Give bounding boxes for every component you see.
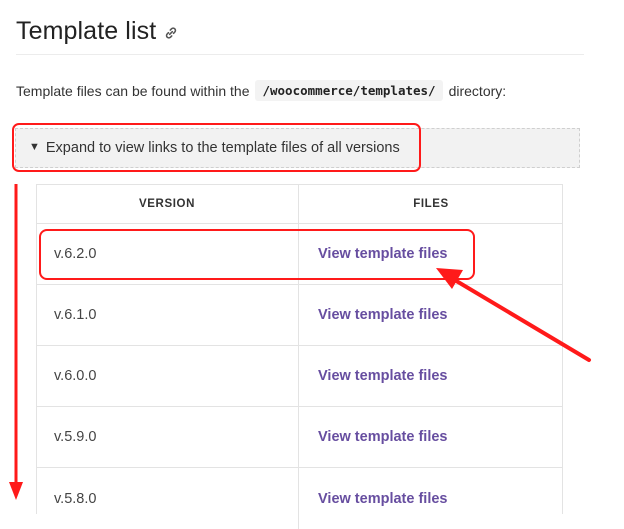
view-template-files-link[interactable]: View template files [318, 246, 447, 262]
triangle-down-icon: ▼ [29, 141, 40, 153]
version-cell: v.6.0.0 [36, 346, 299, 406]
view-template-files-link[interactable]: View template files [318, 429, 447, 445]
down-arrow-icon [9, 184, 23, 500]
header-files: FILES [413, 197, 449, 210]
page-title: Template list [16, 17, 157, 45]
summary-label: Expand to view links to the template fil… [45, 140, 400, 156]
version-cell: v.6.2.0 [36, 224, 299, 284]
intro-text-end: directory: [448, 82, 507, 99]
files-cell: View template files [299, 224, 563, 284]
table-header-row: VERSION FILES [36, 184, 563, 224]
expand-versions-summary[interactable]: ▼ Expand to view links to the template f… [29, 140, 400, 156]
section-heading: Template list [16, 17, 178, 46]
version-cell: v.5.8.0 [36, 468, 299, 529]
version-cell: v.5.9.0 [36, 407, 299, 467]
intro-paragraph: Template files can be found within the /… [16, 80, 506, 101]
table-row: v.6.2.0 View template files [36, 224, 563, 285]
link-icon[interactable] [164, 26, 178, 40]
files-cell: View template files [299, 407, 563, 467]
table-row: v.5.8.0 View template files [36, 468, 563, 529]
view-template-files-link[interactable]: View template files [318, 307, 447, 323]
files-cell: View template files [299, 346, 563, 406]
intro-text: Template files can be found within the [16, 82, 250, 99]
files-cell: View template files [299, 285, 563, 345]
files-cell: View template files [299, 468, 563, 529]
table-row: v.6.0.0 View template files [36, 346, 563, 407]
heading-divider [16, 54, 584, 55]
table-row: v.5.9.0 View template files [36, 407, 563, 468]
header-version: VERSION [36, 184, 299, 223]
templates-path-code: /woocommerce/templates/ [255, 80, 443, 101]
table-row: v.6.1.0 View template files [36, 285, 563, 346]
version-cell: v.6.1.0 [36, 285, 299, 345]
view-template-files-link[interactable]: View template files [318, 368, 447, 384]
view-template-files-link[interactable]: View template files [318, 491, 447, 507]
